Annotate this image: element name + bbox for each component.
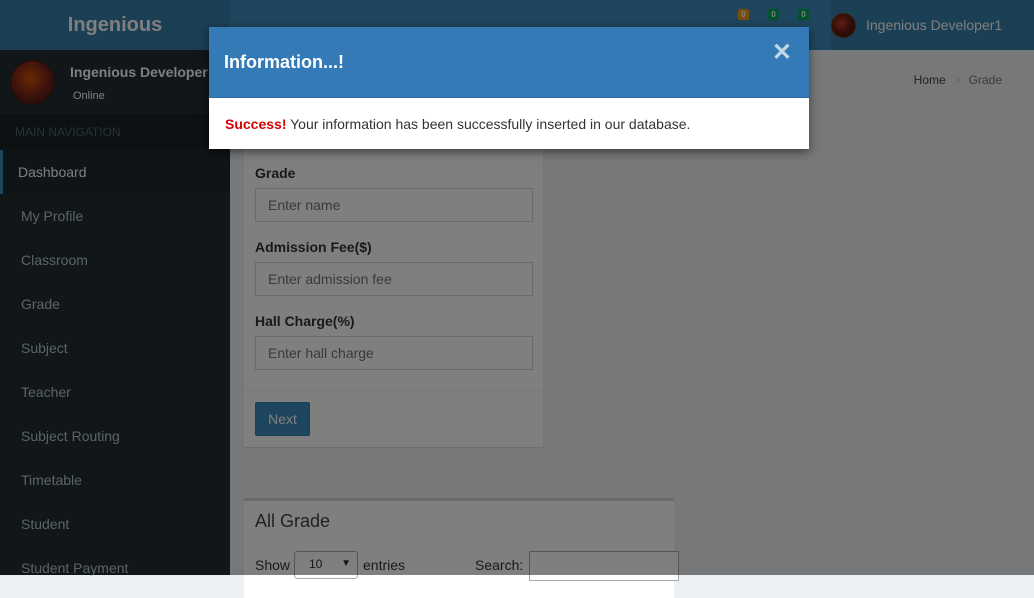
modal-header: Information...! ✕ <box>209 27 809 98</box>
modal-body: Success! Your information has been succe… <box>209 98 809 150</box>
information-modal: Information...! ✕ Success! Your informat… <box>209 27 809 149</box>
success-message: Your information has been successfully i… <box>286 116 691 132</box>
close-icon[interactable]: ✕ <box>772 41 792 65</box>
modal-title: Information...! <box>224 52 344 72</box>
success-label: Success! <box>225 116 287 132</box>
